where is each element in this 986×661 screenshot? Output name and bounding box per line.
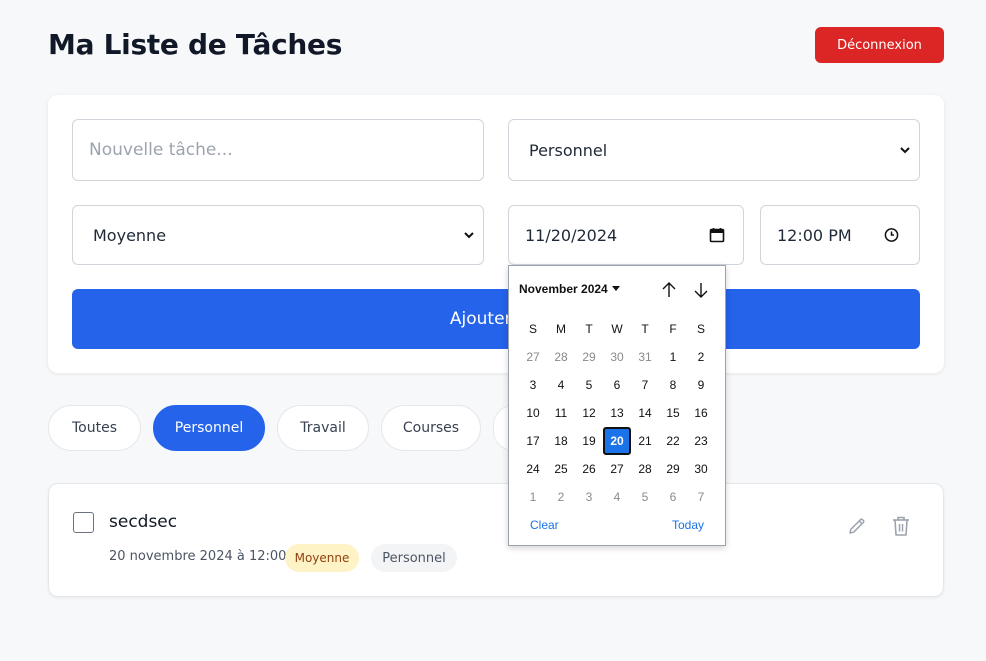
- category-select[interactable]: Personnel: [508, 119, 920, 181]
- next-month-arrow-icon[interactable]: [691, 280, 711, 300]
- calendar-day[interactable]: 18: [547, 427, 575, 455]
- weekday-header: T: [641, 322, 649, 336]
- time-input-value: 12:00 PM: [777, 225, 852, 245]
- calendar-day[interactable]: 9: [687, 371, 715, 399]
- calendar-day[interactable]: 10: [519, 399, 547, 427]
- time-input[interactable]: 12:00 PM: [760, 205, 920, 265]
- caret-down-icon: [611, 286, 620, 291]
- calendar-day[interactable]: 6: [603, 371, 631, 399]
- filter-pill-courses[interactable]: Courses: [381, 405, 481, 451]
- edit-pencil-icon[interactable]: [847, 516, 867, 536]
- calendar-day[interactable]: 6: [659, 483, 687, 511]
- calendar-day[interactable]: 13: [603, 399, 631, 427]
- task-input[interactable]: Nouvelle tâche...: [72, 119, 484, 181]
- task-title: secdsec: [109, 512, 178, 532]
- add-task-button[interactable]: Ajouter la: [72, 289, 920, 349]
- calendar-day[interactable]: 11: [547, 399, 575, 427]
- weekday-header: F: [669, 322, 677, 336]
- calendar-day[interactable]: 22: [659, 427, 687, 455]
- today-link[interactable]: Today: [672, 518, 704, 532]
- task-input-placeholder: Nouvelle tâche...: [89, 140, 233, 160]
- calendar-day[interactable]: 2: [547, 483, 575, 511]
- calendar-day[interactable]: 4: [603, 483, 631, 511]
- filter-pill-personnel[interactable]: Personnel: [153, 405, 265, 451]
- date-picker-popup: November 2024 S M T W T F S 27 28 29 30 …: [508, 265, 726, 546]
- month-year-selector[interactable]: November 2024: [519, 282, 620, 296]
- calendar-day[interactable]: 28: [547, 343, 575, 371]
- calendar-day[interactable]: 30: [687, 455, 715, 483]
- calendar-day[interactable]: 3: [519, 371, 547, 399]
- previous-month-arrow-icon[interactable]: [659, 280, 679, 300]
- category-select-value: Personnel: [529, 140, 608, 160]
- calendar-day[interactable]: 17: [519, 427, 547, 455]
- weekday-header: M: [556, 322, 566, 336]
- calendar-day[interactable]: 29: [575, 343, 603, 371]
- calendar-day-selected[interactable]: 20: [603, 427, 631, 455]
- chevron-down-icon: [900, 147, 910, 154]
- calendar-icon[interactable]: [709, 227, 725, 243]
- logout-button[interactable]: Déconnexion: [815, 27, 944, 63]
- calendar-day[interactable]: 7: [687, 483, 715, 511]
- calendar-day[interactable]: 7: [631, 371, 659, 399]
- weekday-header: W: [611, 322, 623, 336]
- filter-pill-toutes[interactable]: Toutes: [48, 405, 141, 451]
- calendar-day[interactable]: 25: [547, 455, 575, 483]
- task-card: [48, 483, 944, 597]
- clear-date-link[interactable]: Clear: [530, 518, 559, 532]
- calendar-day[interactable]: 19: [575, 427, 603, 455]
- clock-icon[interactable]: [884, 228, 899, 243]
- priority-select-value: Moyenne: [93, 225, 167, 245]
- date-input-value: 11/20/2024: [525, 225, 618, 245]
- calendar-grid: S M T W T F S 27 28 29 30 31 1 2 3 4 5 6…: [519, 315, 715, 511]
- calendar-day[interactable]: 24: [519, 455, 547, 483]
- chevron-down-icon: [464, 232, 474, 239]
- trash-icon[interactable]: [891, 515, 911, 537]
- calendar-day[interactable]: 5: [631, 483, 659, 511]
- calendar-day[interactable]: 16: [687, 399, 715, 427]
- calendar-day[interactable]: 31: [631, 343, 659, 371]
- calendar-day[interactable]: 5: [575, 371, 603, 399]
- category-badge: Personnel: [371, 544, 457, 572]
- date-input[interactable]: 11/20/2024: [508, 205, 744, 265]
- calendar-day[interactable]: 28: [631, 455, 659, 483]
- calendar-day[interactable]: 4: [547, 371, 575, 399]
- calendar-day[interactable]: 30: [603, 343, 631, 371]
- weekday-header: T: [585, 322, 593, 336]
- priority-select[interactable]: Moyenne: [72, 205, 484, 265]
- weekday-header: S: [528, 322, 537, 336]
- page-title: Ma Liste de Tâches: [48, 28, 343, 61]
- calendar-day[interactable]: 3: [575, 483, 603, 511]
- month-year-label: November 2024: [519, 282, 608, 296]
- calendar-day[interactable]: 23: [687, 427, 715, 455]
- calendar-day[interactable]: 1: [659, 343, 687, 371]
- calendar-day[interactable]: 29: [659, 455, 687, 483]
- calendar-day[interactable]: 27: [519, 343, 547, 371]
- calendar-day[interactable]: 1: [519, 483, 547, 511]
- filter-pill-travail[interactable]: Travail: [277, 405, 369, 451]
- calendar-day[interactable]: 12: [575, 399, 603, 427]
- task-datetime: 20 novembre 2024 à 12:00: [109, 549, 287, 564]
- task-checkbox[interactable]: [73, 512, 94, 533]
- calendar-day[interactable]: 2: [687, 343, 715, 371]
- calendar-day[interactable]: 21: [631, 427, 659, 455]
- calendar-day[interactable]: 26: [575, 455, 603, 483]
- calendar-day[interactable]: 27: [603, 455, 631, 483]
- calendar-day[interactable]: 8: [659, 371, 687, 399]
- weekday-header: S: [696, 322, 705, 336]
- calendar-day[interactable]: 14: [631, 399, 659, 427]
- calendar-day[interactable]: 15: [659, 399, 687, 427]
- priority-badge: Moyenne: [285, 544, 359, 572]
